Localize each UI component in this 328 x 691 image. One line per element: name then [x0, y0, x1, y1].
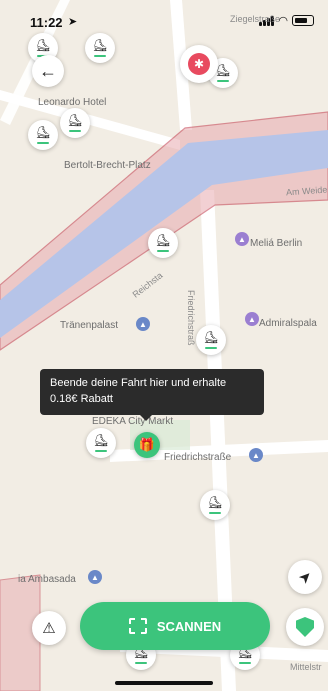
scooter-pin[interactable]: ⛸ — [148, 228, 178, 258]
battery-icon — [292, 15, 314, 26]
scooter-pin[interactable]: ⛸ — [85, 33, 115, 63]
label-edeka: EDEKA City Markt — [92, 416, 174, 427]
scooter-icon: ⛸ — [207, 495, 223, 509]
scooter-pin[interactable]: ⛸ — [200, 490, 230, 520]
label-mittelstrasse: Mittelstr — [290, 662, 322, 672]
report-issue-button[interactable]: ⚠ — [32, 611, 66, 645]
theater-poi-icon: ▲ — [245, 312, 259, 326]
embassy-poi-icon: ▲ — [88, 570, 102, 584]
label-melia-berlin: Meliá Berlin — [250, 238, 303, 249]
arrow-left-icon: ← — [39, 60, 57, 81]
hotel-poi-icon: ▲ — [235, 232, 249, 246]
museum-poi-icon: ▲ — [136, 317, 150, 331]
scooter-icon: ⛸ — [155, 233, 171, 247]
label-ziegelstrasse: Ziegelstraße — [230, 14, 281, 24]
label-friedrichstrasse-vertical: Friedrichstraß — [186, 290, 196, 346]
location-status-icon: ➤ — [68, 16, 78, 28]
reward-zone-pin[interactable]: 🎁 — [134, 432, 160, 458]
home-indicator — [115, 681, 213, 685]
tooltip-line-2: 0.18€ Rabatt — [50, 393, 113, 405]
safety-button[interactable] — [286, 608, 324, 646]
station-poi-icon: ▲ — [249, 448, 263, 462]
location-arrow-icon: ➤ — [294, 566, 316, 588]
scooter-icon: ⛸ — [35, 125, 51, 139]
label-leonardo-hotel: Leonardo Hotel — [38, 97, 107, 108]
label-friedrichstrasse-station: Friedrichstraße — [164, 452, 232, 463]
label-traenenpalast: Tränenpalast — [60, 320, 118, 331]
scooter-icon: ⛸ — [92, 38, 108, 52]
bug-icon: ✱ — [188, 53, 210, 75]
status-time: 11:22 — [30, 15, 63, 30]
label-embassy: ia Ambasada — [18, 574, 76, 585]
scooter-icon: ⛸ — [93, 433, 109, 447]
shield-icon — [296, 617, 314, 637]
scooter-pin[interactable]: ⛸ — [86, 428, 116, 458]
label-bertolt-brecht-platz: Bertolt-Brecht-Platz — [64, 160, 151, 171]
tooltip-line-1: Beende deine Fahrt hier und erhalte — [50, 377, 227, 389]
scooter-pin[interactable]: ⛸ — [196, 325, 226, 355]
label-admiralspalast: Admiralspala — [259, 318, 317, 329]
gift-icon: 🎁 — [138, 437, 156, 452]
warning-icon: ⚠ — [42, 620, 56, 637]
scan-button[interactable]: SCANNEN — [80, 602, 270, 650]
scan-button-label: SCANNEN — [156, 618, 222, 634]
locate-me-button[interactable]: ➤ — [288, 560, 322, 594]
scooter-pin[interactable]: ⛸ — [60, 108, 90, 138]
app-screen: 11:22 ➤ ◠ Ziegelstraße Leonardo Hotel Be… — [0, 0, 328, 691]
scooter-icon: ⛸ — [35, 38, 51, 52]
bug-report-pin[interactable]: ✱ — [180, 45, 218, 83]
reward-tooltip: Beende deine Fahrt hier und erhalte 0.18… — [40, 369, 264, 421]
scooter-icon: ⛸ — [203, 330, 219, 344]
scooter-pin[interactable]: ⛸ — [28, 120, 58, 150]
scooter-icon: ⛸ — [67, 113, 83, 127]
back-button[interactable]: ← — [32, 55, 64, 87]
scan-icon — [128, 618, 147, 634]
